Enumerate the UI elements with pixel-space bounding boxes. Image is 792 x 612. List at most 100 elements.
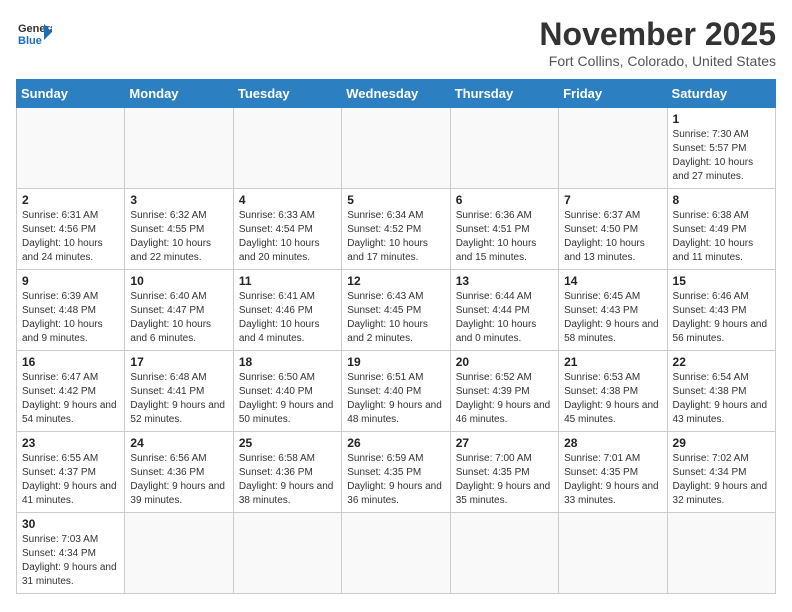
calendar-day-cell: 3Sunrise: 6:32 AM Sunset: 4:55 PM Daylig… [125, 189, 233, 270]
calendar-day-cell: 21Sunrise: 6:53 AM Sunset: 4:38 PM Dayli… [559, 351, 667, 432]
day-number: 30 [22, 517, 119, 531]
day-info: Sunrise: 6:37 AM Sunset: 4:50 PM Dayligh… [564, 209, 661, 265]
day-number: 2 [22, 193, 119, 207]
calendar-day-cell: 18 Sunrise: 6:50 AM Sunset: 4:40 PM Dayli… [233, 351, 341, 432]
day-number: 17 [130, 355, 227, 369]
day-number: 7 [564, 193, 661, 207]
weekday-header: Friday [559, 80, 667, 108]
day-info: Sunrise: 6:47 AM Sunset: 4:42 PM Dayligh… [22, 371, 119, 427]
weekday-header: Tuesday [233, 80, 341, 108]
day-number: 1 [673, 112, 770, 126]
day-info: Sunrise: 6:32 AM Sunset: 4:55 PM Dayligh… [130, 209, 227, 265]
day-info: Sunrise: 6:51 AM Sunset: 4:40 PM Dayligh… [347, 371, 444, 427]
calendar-day-cell: 13 Sunrise: 6:44 AM Sunset: 4:44 PM Dayli… [450, 270, 558, 351]
calendar-day-cell: 27Sunrise: 7:00 AM Sunset: 4:35 PM Dayli… [450, 432, 558, 513]
calendar-day-cell [342, 513, 450, 594]
day-info: Sunrise: 6:44 AM Sunset: 4:44 PM Dayligh… [456, 290, 553, 346]
calendar-day-cell: 9Sunrise: 6:39 AM Sunset: 4:48 PM Daylig… [17, 270, 125, 351]
day-number: 29 [673, 436, 770, 450]
day-number: 18 [239, 355, 336, 369]
day-info: Sunrise: 7:03 AM Sunset: 4:34 PM Dayligh… [22, 533, 119, 589]
day-info: Sunrise: 7:00 AM Sunset: 4:35 PM Dayligh… [456, 452, 553, 508]
calendar-day-cell: 7 Sunrise: 6:37 AM Sunset: 4:50 PM Daylig… [559, 189, 667, 270]
day-number: 10 [130, 274, 227, 288]
calendar-day-cell: 20 Sunrise: 6:52 AM Sunset: 4:39 PM Dayli… [450, 351, 558, 432]
calendar-week-row: 23Sunrise: 6:55 AM Sunset: 4:37 PM Dayli… [17, 432, 776, 513]
day-number: 11 [239, 274, 336, 288]
calendar-day-cell: 29 Sunrise: 7:02 AM Sunset: 4:34 PM Dayli… [667, 432, 775, 513]
calendar-day-cell: 8 Sunrise: 6:38 AM Sunset: 4:49 PM Daylig… [667, 189, 775, 270]
location: Fort Collins, Colorado, United States [539, 53, 776, 69]
calendar-day-cell: 14Sunrise: 6:45 AM Sunset: 4:43 PM Dayli… [559, 270, 667, 351]
day-info: Sunrise: 6:50 AM Sunset: 4:40 PM Dayligh… [239, 371, 336, 427]
weekday-header: Saturday [667, 80, 775, 108]
calendar-day-cell: 10 Sunrise: 6:40 AM Sunset: 4:47 PM Dayli… [125, 270, 233, 351]
day-number: 8 [673, 193, 770, 207]
day-number: 20 [456, 355, 553, 369]
calendar-day-cell: 28 Sunrise: 7:01 AM Sunset: 4:35 PM Dayli… [559, 432, 667, 513]
day-info: Sunrise: 6:39 AM Sunset: 4:48 PM Dayligh… [22, 290, 119, 346]
day-number: 21 [564, 355, 661, 369]
day-number: 4 [239, 193, 336, 207]
day-info: Sunrise: 6:36 AM Sunset: 4:51 PM Dayligh… [456, 209, 553, 265]
calendar-day-cell: 4 Sunrise: 6:33 AM Sunset: 4:54 PM Daylig… [233, 189, 341, 270]
day-info: Sunrise: 6:43 AM Sunset: 4:45 PM Dayligh… [347, 290, 444, 346]
day-info: Sunrise: 6:46 AM Sunset: 4:43 PM Dayligh… [673, 290, 770, 346]
calendar-day-cell [559, 513, 667, 594]
day-number: 26 [347, 436, 444, 450]
calendar-day-cell: 24Sunrise: 6:56 AM Sunset: 4:36 PM Dayli… [125, 432, 233, 513]
calendar-week-row: 2 Sunrise: 6:31 AM Sunset: 4:56 PM Daylig… [17, 189, 776, 270]
day-number: 6 [456, 193, 553, 207]
page-header: General Blue November 2025 Fort Collins,… [16, 16, 776, 69]
day-number: 24 [130, 436, 227, 450]
calendar-week-row: 30 Sunrise: 7:03 AM Sunset: 4:34 PM Dayli… [17, 513, 776, 594]
day-info: Sunrise: 6:41 AM Sunset: 4:46 PM Dayligh… [239, 290, 336, 346]
day-number: 13 [456, 274, 553, 288]
calendar-day-cell [17, 108, 125, 189]
day-number: 19 [347, 355, 444, 369]
calendar-day-cell [559, 108, 667, 189]
day-number: 5 [347, 193, 444, 207]
day-number: 25 [239, 436, 336, 450]
day-number: 14 [564, 274, 661, 288]
day-number: 23 [22, 436, 119, 450]
calendar-day-cell: 22 Sunrise: 6:54 AM Sunset: 4:38 PM Dayli… [667, 351, 775, 432]
day-info: Sunrise: 6:38 AM Sunset: 4:49 PM Dayligh… [673, 209, 770, 265]
day-info: Sunrise: 7:01 AM Sunset: 4:35 PM Dayligh… [564, 452, 661, 508]
day-number: 28 [564, 436, 661, 450]
day-number: 16 [22, 355, 119, 369]
calendar-week-row: 1Sunrise: 7:30 AM Sunset: 5:57 PM Daylig… [17, 108, 776, 189]
logo-icon: General Blue [16, 16, 52, 52]
calendar-day-cell: 6 Sunrise: 6:36 AM Sunset: 4:51 PM Daylig… [450, 189, 558, 270]
calendar-day-cell: 17 Sunrise: 6:48 AM Sunset: 4:41 PM Dayli… [125, 351, 233, 432]
day-info: Sunrise: 6:54 AM Sunset: 4:38 PM Dayligh… [673, 371, 770, 427]
svg-text:Blue: Blue [18, 35, 42, 47]
calendar-day-cell: 5 Sunrise: 6:34 AM Sunset: 4:52 PM Daylig… [342, 189, 450, 270]
day-info: Sunrise: 7:02 AM Sunset: 4:34 PM Dayligh… [673, 452, 770, 508]
day-info: Sunrise: 6:48 AM Sunset: 4:41 PM Dayligh… [130, 371, 227, 427]
calendar-day-cell [233, 108, 341, 189]
day-info: Sunrise: 6:33 AM Sunset: 4:54 PM Dayligh… [239, 209, 336, 265]
day-info: Sunrise: 6:52 AM Sunset: 4:39 PM Dayligh… [456, 371, 553, 427]
day-number: 22 [673, 355, 770, 369]
day-info: Sunrise: 6:59 AM Sunset: 4:35 PM Dayligh… [347, 452, 444, 508]
calendar-day-cell: 26 Sunrise: 6:59 AM Sunset: 4:35 PM Dayli… [342, 432, 450, 513]
day-info: Sunrise: 6:31 AM Sunset: 4:56 PM Dayligh… [22, 209, 119, 265]
day-info: Sunrise: 6:34 AM Sunset: 4:52 PM Dayligh… [347, 209, 444, 265]
logo: General Blue [16, 16, 52, 52]
title-block: November 2025 Fort Collins, Colorado, Un… [539, 16, 776, 69]
day-info: Sunrise: 6:40 AM Sunset: 4:47 PM Dayligh… [130, 290, 227, 346]
calendar-day-cell: 16 Sunrise: 6:47 AM Sunset: 4:42 PM Dayli… [17, 351, 125, 432]
calendar-day-cell: 25Sunrise: 6:58 AM Sunset: 4:36 PM Dayli… [233, 432, 341, 513]
calendar-day-cell: 19 Sunrise: 6:51 AM Sunset: 4:40 PM Dayli… [342, 351, 450, 432]
weekday-header: Sunday [17, 80, 125, 108]
calendar-day-cell [125, 513, 233, 594]
calendar-day-cell: 2 Sunrise: 6:31 AM Sunset: 4:56 PM Daylig… [17, 189, 125, 270]
calendar-table: SundayMondayTuesdayWednesdayThursdayFrid… [16, 79, 776, 594]
calendar-day-cell [342, 108, 450, 189]
weekday-header: Thursday [450, 80, 558, 108]
calendar-header-row: SundayMondayTuesdayWednesdayThursdayFrid… [17, 80, 776, 108]
calendar-day-cell: 30 Sunrise: 7:03 AM Sunset: 4:34 PM Dayli… [17, 513, 125, 594]
calendar-day-cell [125, 108, 233, 189]
calendar-day-cell [450, 108, 558, 189]
